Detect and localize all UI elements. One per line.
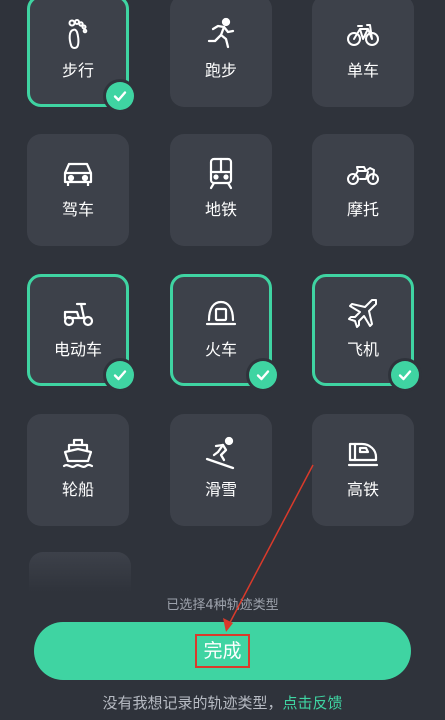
tile-label: 高铁 bbox=[346, 480, 379, 499]
tile-label: 飞机 bbox=[346, 340, 379, 359]
airplane-icon bbox=[315, 296, 411, 330]
ship-icon bbox=[27, 436, 129, 470]
tile-label: 单车 bbox=[346, 61, 379, 80]
motorcycle-icon bbox=[312, 156, 414, 190]
feedback-footer: 没有我想记录的轨迹类型，点击反馈 bbox=[0, 692, 445, 713]
train-icon bbox=[173, 296, 269, 330]
tile-label: 电动车 bbox=[53, 340, 102, 359]
tile-ski[interactable]: 滑雪 bbox=[170, 414, 272, 526]
tile-walk[interactable]: 步行 bbox=[27, 0, 134, 110]
checkmark-icon bbox=[106, 361, 134, 389]
tile-partial bbox=[29, 552, 131, 592]
tile-run[interactable]: 跑步 bbox=[170, 0, 272, 107]
scooter-icon bbox=[30, 296, 126, 330]
tile-airplane[interactable]: 飞机 bbox=[312, 274, 419, 389]
tile-train[interactable]: 火车 bbox=[170, 274, 277, 389]
high-speed-rail-icon bbox=[312, 436, 414, 470]
runner-icon bbox=[170, 17, 272, 51]
footprint-icon bbox=[30, 17, 126, 51]
tile-label: 地铁 bbox=[204, 200, 237, 219]
tile-subway[interactable]: 地铁 bbox=[170, 134, 272, 246]
bicycle-icon bbox=[312, 17, 414, 51]
tile-car[interactable]: 驾车 bbox=[27, 134, 129, 246]
tile-high-speed-rail[interactable]: 高铁 bbox=[312, 414, 414, 526]
tile-label: 滑雪 bbox=[204, 480, 237, 499]
tile-bicycle[interactable]: 单车 bbox=[312, 0, 414, 107]
checkmark-icon bbox=[249, 361, 277, 389]
tile-label: 跑步 bbox=[204, 61, 237, 80]
car-icon bbox=[27, 156, 129, 190]
tile-motorcycle[interactable]: 摩托 bbox=[312, 134, 414, 246]
subway-icon bbox=[170, 156, 272, 190]
tile-label: 摩托 bbox=[346, 200, 379, 219]
checkmark-icon bbox=[106, 82, 134, 110]
selection-count-text: 已选择4种轨迹类型 bbox=[166, 598, 279, 613]
done-button[interactable]: 完成 bbox=[34, 622, 411, 680]
tile-label: 步行 bbox=[61, 61, 94, 80]
tile-ship[interactable]: 轮船 bbox=[27, 414, 129, 526]
tile-label: 火车 bbox=[204, 340, 237, 359]
tile-e-scooter[interactable]: 电动车 bbox=[27, 274, 134, 389]
footer-text: 没有我想记录的轨迹类型， bbox=[102, 694, 283, 712]
tile-label: 驾车 bbox=[61, 200, 94, 219]
tile-label: 轮船 bbox=[61, 480, 94, 499]
skiing-icon bbox=[170, 436, 272, 470]
done-button-label: 完成 bbox=[195, 634, 250, 668]
checkmark-icon bbox=[391, 361, 419, 389]
feedback-link[interactable]: 点击反馈 bbox=[283, 694, 343, 712]
